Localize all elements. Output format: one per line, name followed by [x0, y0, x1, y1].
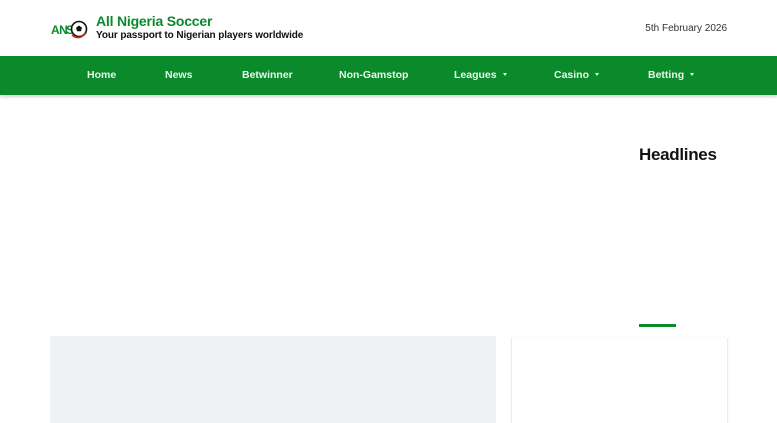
caret-down-icon: [502, 72, 507, 76]
nav-item-label: Casino: [554, 69, 590, 81]
nav-item-label: Home: [87, 69, 117, 81]
nav-item-label: News: [165, 69, 193, 81]
nav-item-leagues[interactable]: Leagues: [454, 56, 507, 95]
nav-item-label: Non-Gamstop: [339, 69, 409, 81]
site-logo[interactable]: AN S: [50, 16, 88, 42]
nav-item-label: Leagues: [454, 69, 497, 81]
nav-item-home[interactable]: Home: [87, 56, 116, 95]
svg-text:AN: AN: [51, 23, 67, 37]
nav-item-news[interactable]: News: [165, 56, 192, 95]
nav-item-label: Betwinner: [242, 69, 293, 81]
nav-item-casino[interactable]: Casino: [554, 56, 600, 95]
nav-item-betting[interactable]: Betting: [648, 56, 695, 95]
soccer-ball-icon: AN S: [51, 20, 88, 39]
site-header: AN S All Nigeria Soccer Your passport to…: [0, 0, 777, 56]
site-tagline: Your passport to Nigerian players worldw…: [96, 30, 304, 41]
headlines-heading: Headlines: [639, 145, 717, 164]
main-nav: Home News Betwinner Non-Gamstop Leagues …: [0, 56, 777, 95]
caret-down-icon: [595, 72, 600, 76]
sidebar-widget: [511, 338, 728, 423]
nav-item-label: Betting: [648, 69, 685, 81]
current-date: 5th February 2026: [645, 23, 727, 34]
featured-article-card[interactable]: [50, 336, 496, 423]
nav-item-betwinner[interactable]: Betwinner: [242, 56, 293, 95]
nav-item-non-gamstop[interactable]: Non-Gamstop: [339, 56, 408, 95]
caret-down-icon: [690, 72, 695, 76]
headlines-underline: [639, 324, 676, 327]
site-title[interactable]: All Nigeria Soccer: [96, 13, 212, 29]
